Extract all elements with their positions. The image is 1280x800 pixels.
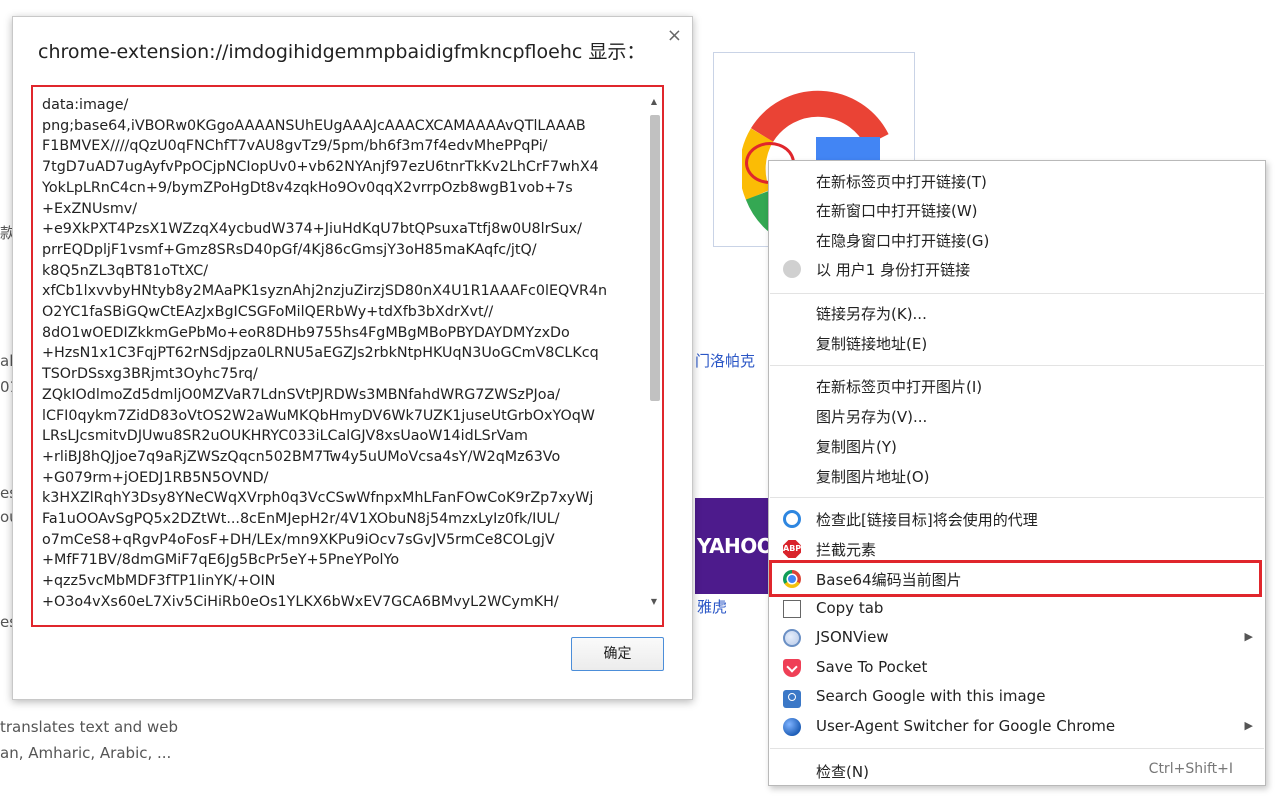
base64-text-area[interactable]: data:image/ png;base64,iVBORw0KGgoAAAANS… (31, 85, 664, 627)
submenu-arrow-icon: ▶ (1244, 719, 1253, 732)
bg-description-line: translates text and web (0, 718, 178, 736)
menu-separator (770, 365, 1264, 366)
menu-item-copy-link-address[interactable]: 复制链接地址(E) (769, 328, 1265, 357)
menu-item-open-link-as-user[interactable]: 以 用户1 身份打开链接 (769, 254, 1265, 283)
menu-item-open-link-new-tab[interactable]: 在新标签页中打开链接(T) (769, 166, 1265, 195)
menu-item-copy-tab[interactable]: Copy tab (769, 594, 1265, 623)
menu-item-save-to-pocket[interactable]: Save To Pocket (769, 653, 1265, 682)
ok-button[interactable]: 确定 (571, 637, 664, 671)
menu-item-open-image-new-tab[interactable]: 在新标签页中打开图片(I) (769, 371, 1265, 400)
menu-item-copy-image-address[interactable]: 复制图片地址(O) (769, 461, 1265, 490)
proxy-ring-icon (783, 510, 801, 528)
menu-separator (770, 293, 1264, 294)
menu-item-inspect[interactable]: 检查(N) Ctrl+Shift+I (769, 756, 1265, 785)
camera-icon (783, 690, 801, 708)
dialog-title: chrome-extension://imdogihidgemmpbaidigf… (38, 41, 646, 63)
base64-content: data:image/ png;base64,iVBORw0KGgoAAAANS… (42, 97, 608, 610)
scrollbar[interactable]: ▲ ▼ (648, 91, 660, 606)
bg-link-yahoo[interactable]: 雅虎 (697, 596, 727, 617)
submenu-arrow-icon: ▶ (1244, 630, 1253, 643)
bg-description-line: an, Amharic, Arabic, ... (0, 744, 172, 762)
menu-item-search-google-image[interactable]: Search Google with this image (769, 682, 1265, 711)
copy-tab-icon (783, 600, 801, 618)
user-avatar-icon (783, 260, 801, 278)
bg-link-menlo-park[interactable]: 门洛帕克 (695, 350, 755, 371)
inspect-shortcut: Ctrl+Shift+I (1148, 761, 1233, 777)
menu-separator (770, 748, 1264, 749)
menu-item-save-link-as[interactable]: 链接另存为(K)... (769, 298, 1265, 327)
globe-icon (783, 718, 801, 736)
menu-item-open-link-new-window[interactable]: 在新窗口中打开链接(W) (769, 195, 1265, 224)
jsonview-icon (783, 629, 801, 647)
menu-item-check-proxy[interactable]: 检查此[链接目标]将会使用的代理 (769, 504, 1265, 533)
scrollbar-thumb[interactable] (650, 115, 660, 401)
menu-item-save-image-as[interactable]: 图片另存为(V)... (769, 401, 1265, 430)
scroll-down-icon[interactable]: ▼ (649, 597, 659, 607)
menu-item-user-agent-switcher[interactable]: User-Agent Switcher for Google Chrome ▶ (769, 712, 1265, 741)
menu-item-copy-image[interactable]: 复制图片(Y) (769, 431, 1265, 460)
yahoo-logo[interactable]: YAHOO! (695, 498, 782, 594)
close-icon[interactable]: × (667, 25, 682, 46)
adblock-icon: ABP (783, 540, 801, 558)
scroll-up-icon[interactable]: ▲ (649, 97, 659, 107)
menu-item-block-element[interactable]: ABP 拦截元素 (769, 534, 1265, 563)
pocket-icon (783, 659, 801, 677)
alert-dialog: chrome-extension://imdogihidgemmpbaidigf… (12, 16, 693, 700)
menu-separator (770, 497, 1264, 498)
menu-item-open-link-incognito[interactable]: 在隐身窗口中打开链接(G) (769, 225, 1265, 254)
annotation-highlight-box (769, 560, 1262, 597)
menu-item-jsonview[interactable]: JSONView ▶ (769, 623, 1265, 652)
context-menu: 在新标签页中打开链接(T) 在新窗口中打开链接(W) 在隐身窗口中打开链接(G)… (768, 160, 1266, 786)
